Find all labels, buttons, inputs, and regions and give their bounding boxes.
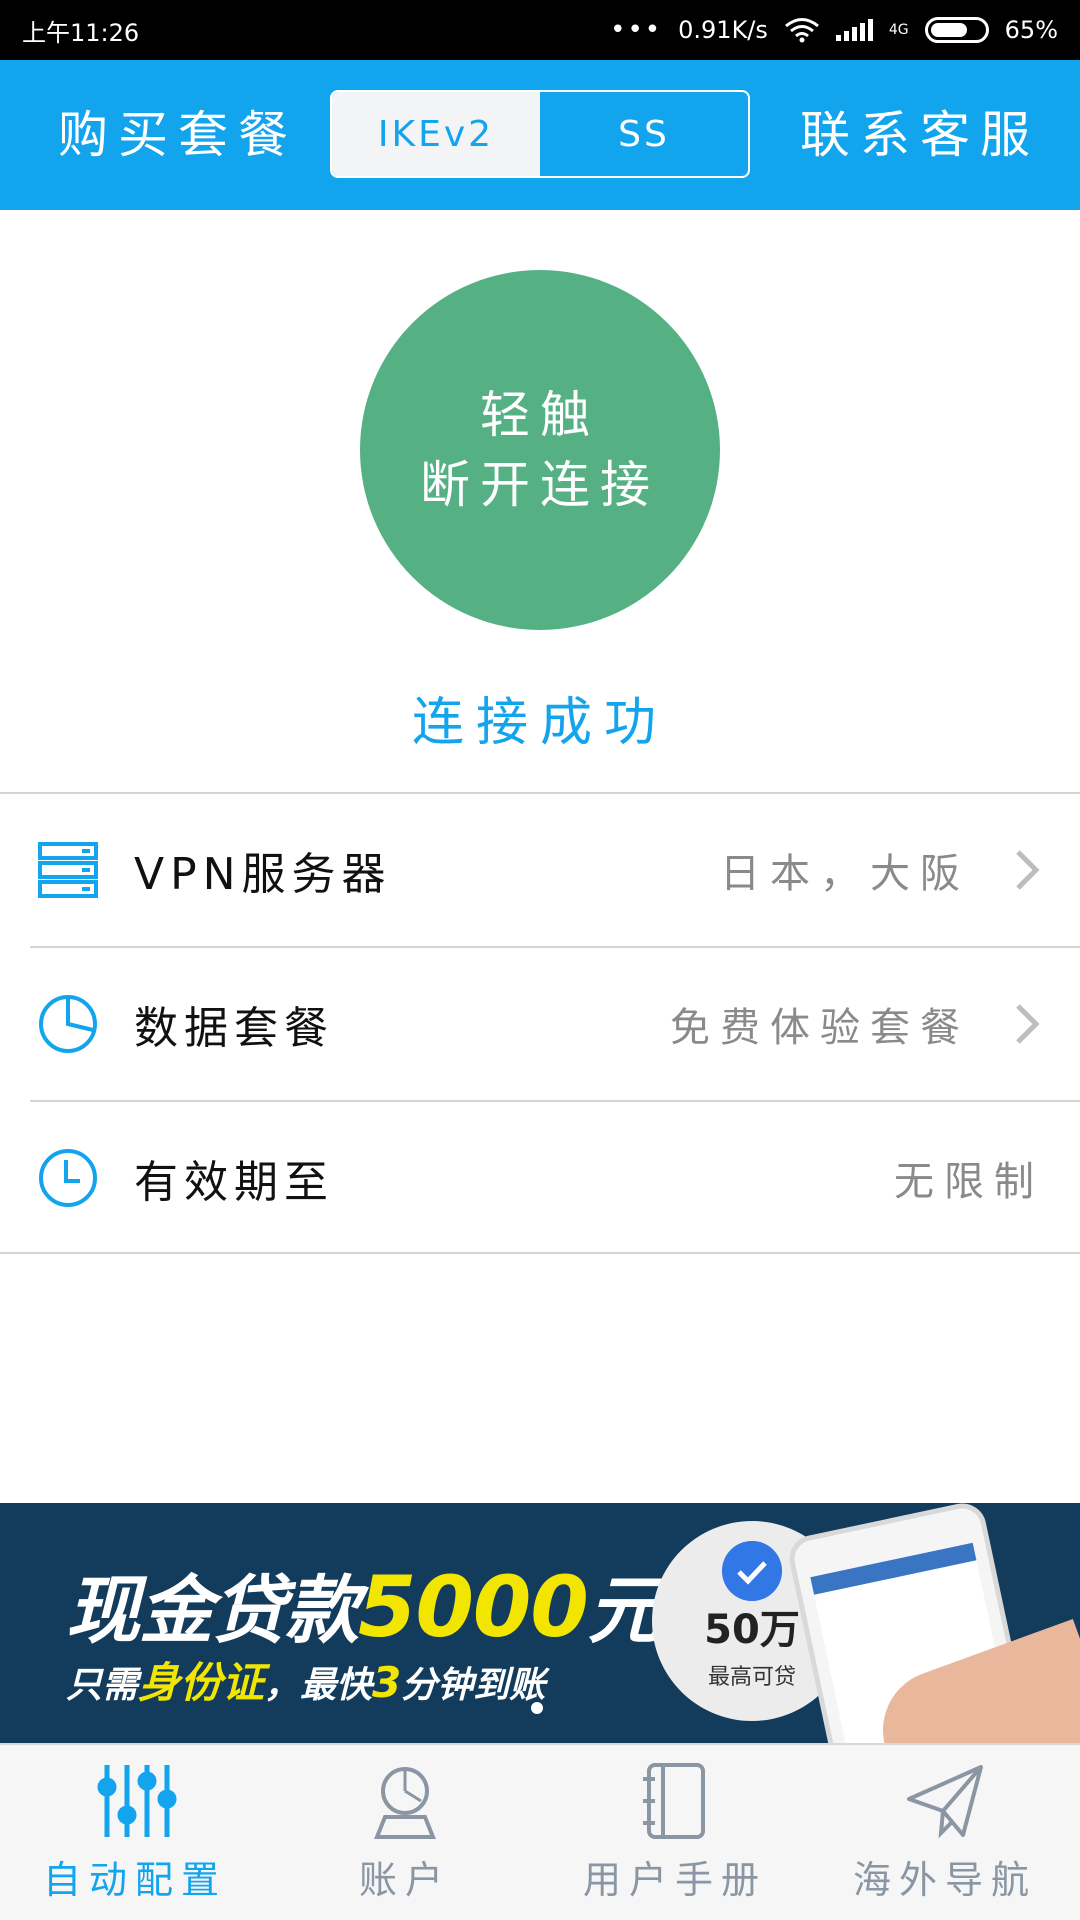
more-notifications-icon: •••: [610, 15, 663, 45]
expiry-label: 有效期至: [134, 1157, 334, 1208]
badge-amount: 50万: [704, 1607, 800, 1653]
status-time: 上午11:26: [22, 18, 140, 47]
contact-support-button[interactable]: 联系客服: [800, 60, 1040, 210]
tab-ikev2[interactable]: IKEv2: [332, 92, 540, 176]
banner-headline: 现金贷款5000元: [66, 1551, 662, 1658]
check-icon: [722, 1541, 782, 1601]
tab-overseas-nav[interactable]: 海外导航: [810, 1745, 1080, 1920]
banner-subline-number: 3: [372, 1658, 402, 1707]
banner-page-indicator: [531, 1702, 543, 1714]
divider: [0, 1252, 1080, 1254]
tab-account-label: 账户: [358, 1858, 451, 1902]
disconnect-button[interactable]: 轻触 断开连接: [360, 270, 720, 630]
connection-status: 连接成功: [411, 693, 668, 753]
sliders-icon: [97, 1765, 177, 1837]
tab-user-manual[interactable]: 用户手册: [540, 1745, 810, 1920]
protocol-switch: IKEv2 SS: [330, 90, 750, 178]
pie-chart-icon: [39, 995, 97, 1053]
expiry-value: 无限制: [894, 1159, 1044, 1205]
banner-headline-prefix: 现金贷款: [66, 1568, 359, 1654]
expiry-row: 有效期至 无限制: [0, 1102, 1080, 1254]
tab-auto-config[interactable]: 自动配置: [0, 1745, 270, 1920]
banner-subline-suffix: 分钟到账: [401, 1665, 546, 1706]
banner-headline-amount: 5000: [358, 1558, 589, 1656]
tab-account[interactable]: 账户: [270, 1745, 540, 1920]
battery-icon: [924, 17, 989, 43]
data-plan-row[interactable]: 数据套餐 免费体验套餐: [0, 948, 1080, 1100]
status-bar: 上午11:26 ••• 0.91K/s 4G 65%: [0, 0, 1080, 60]
tab-ss[interactable]: SS: [540, 92, 748, 176]
network-speed: 0.91K/s: [678, 16, 768, 44]
vpn-server-row[interactable]: VPN服务器 日本，大阪: [0, 794, 1080, 946]
paper-plane-icon: [907, 1765, 983, 1839]
disconnect-button-line2: 断开连接: [420, 456, 660, 514]
banner-subline-highlight: 身份证: [138, 1658, 265, 1707]
battery-percent: 65%: [1004, 16, 1058, 44]
data-plan-label: 数据套餐: [134, 1003, 334, 1054]
banner-subline: 只需身份证，最快3分钟到账: [66, 1649, 545, 1710]
banner-headline-suffix: 元: [587, 1568, 662, 1654]
banner-subline-prefix: 只需: [66, 1665, 139, 1706]
account-icon: [374, 1767, 436, 1839]
status-indicators: ••• 0.91K/s 4G 65%: [610, 15, 1058, 45]
network-type: 4G: [888, 22, 909, 38]
wifi-icon: [784, 18, 819, 43]
clock-icon: [39, 1149, 97, 1207]
tab-auto-config-label: 自动配置: [42, 1858, 227, 1902]
vpn-server-value: 日本，大阪: [720, 851, 970, 897]
disconnect-button-line1: 轻触: [480, 386, 600, 444]
tab-user-manual-label: 用户手册: [582, 1858, 767, 1902]
cell-signal-icon: [835, 19, 873, 41]
manual-book-icon: [643, 1763, 705, 1839]
chevron-right-icon: [1016, 1004, 1040, 1044]
banner-subline-mid: ，最快: [264, 1665, 373, 1706]
server-icon: [38, 842, 98, 898]
vpn-server-label: VPN服务器: [134, 849, 392, 900]
tab-overseas-nav-label: 海外导航: [852, 1858, 1037, 1902]
top-bar: 购买套餐 IKEv2 SS 联系客服: [0, 60, 1080, 210]
buy-plan-button[interactable]: 购买套餐: [58, 60, 298, 210]
bottom-tab-bar: 自动配置 账户 用户手册 海外导航: [0, 1743, 1080, 1920]
data-plan-value: 免费体验套餐: [670, 1005, 970, 1051]
badge-subtitle: 最高可贷: [707, 1665, 796, 1690]
chevron-right-icon: [1016, 850, 1040, 890]
